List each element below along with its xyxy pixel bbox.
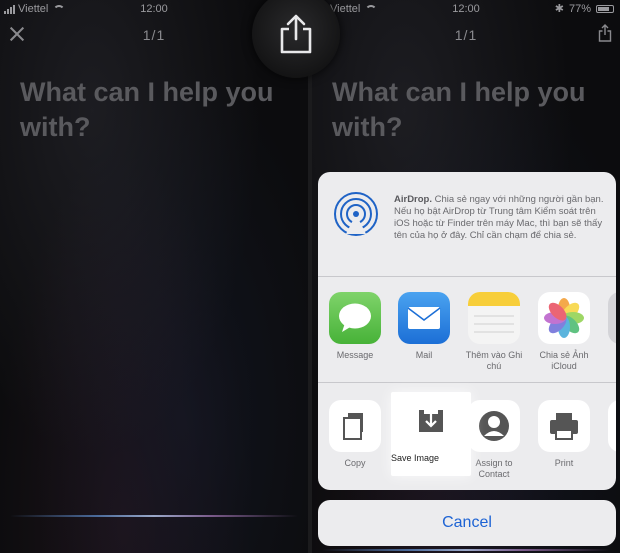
- battery-icon: [596, 4, 614, 13]
- siri-waveform: [322, 549, 610, 551]
- action-save-image[interactable]: Save Image: [391, 392, 471, 476]
- share-app-more[interactable]: M: [599, 292, 616, 361]
- siri-screen-right: Viettel 12:00 ✱ 77% 1/1 What can I help …: [312, 0, 620, 553]
- action-more[interactable]: Lu: [599, 400, 616, 469]
- share-app-mail[interactable]: Mail: [389, 292, 459, 361]
- siri-prompt: What can I help you with?: [332, 77, 586, 142]
- contact-icon: [468, 400, 520, 452]
- bluetooth-icon: ✱: [554, 3, 564, 15]
- app-label: Thêm vào Ghi chú: [465, 350, 523, 371]
- page-counter: 1/1: [454, 27, 478, 43]
- airdrop-title: AirDrop.: [394, 194, 432, 205]
- siri-screen-left: Viettel 12:00 ⊙ ✱ 1/1 What can I help yo…: [0, 0, 308, 553]
- share-icon: [280, 14, 312, 54]
- top-bar: 1/1: [312, 22, 620, 48]
- action-label: Copy: [344, 458, 366, 468]
- share-app-notes[interactable]: Thêm vào Ghi chú: [459, 292, 529, 372]
- status-bar: Viettel 12:00 ✱ 77%: [312, 0, 620, 18]
- more-app-icon: [608, 292, 616, 344]
- siri-waveform: [10, 515, 298, 517]
- siri-prompt: What can I help you with?: [20, 77, 274, 142]
- battery-percent: 77%: [568, 2, 591, 15]
- share-app-icloud-photos[interactable]: Chia sẻ Ảnh iCloud: [529, 292, 599, 372]
- divider: [318, 382, 616, 383]
- save-image-icon: [405, 396, 457, 448]
- notes-icon: [468, 292, 520, 344]
- cancel-button[interactable]: Cancel: [318, 500, 616, 546]
- action-label: Print: [554, 458, 574, 468]
- print-icon: [538, 400, 590, 452]
- mail-icon: [398, 292, 450, 344]
- messages-icon: [329, 292, 381, 344]
- photos-icon: [538, 292, 590, 344]
- action-label: Save Image: [391, 453, 440, 463]
- app-label: Mail: [415, 350, 433, 360]
- airdrop-section[interactable]: AirDrop. Chia sẻ ngay với những người gầ…: [318, 172, 616, 276]
- app-label: Message: [336, 350, 374, 360]
- airdrop-icon: [332, 190, 380, 243]
- airdrop-description: AirDrop. Chia sẻ ngay với những người gầ…: [394, 194, 608, 242]
- more-action-icon: [608, 400, 616, 452]
- copy-icon: [329, 400, 381, 452]
- action-copy[interactable]: Copy: [320, 400, 390, 469]
- divider: [318, 276, 616, 277]
- status-right-icons: ✱ 77%: [555, 2, 614, 15]
- app-label: Chia sẻ Ảnh iCloud: [539, 350, 589, 371]
- share-app-message[interactable]: Message: [320, 292, 390, 361]
- action-label: Lu: [599, 458, 616, 469]
- share-icon[interactable]: [598, 24, 612, 47]
- action-print[interactable]: Print: [529, 400, 599, 469]
- app-label: M: [599, 350, 616, 361]
